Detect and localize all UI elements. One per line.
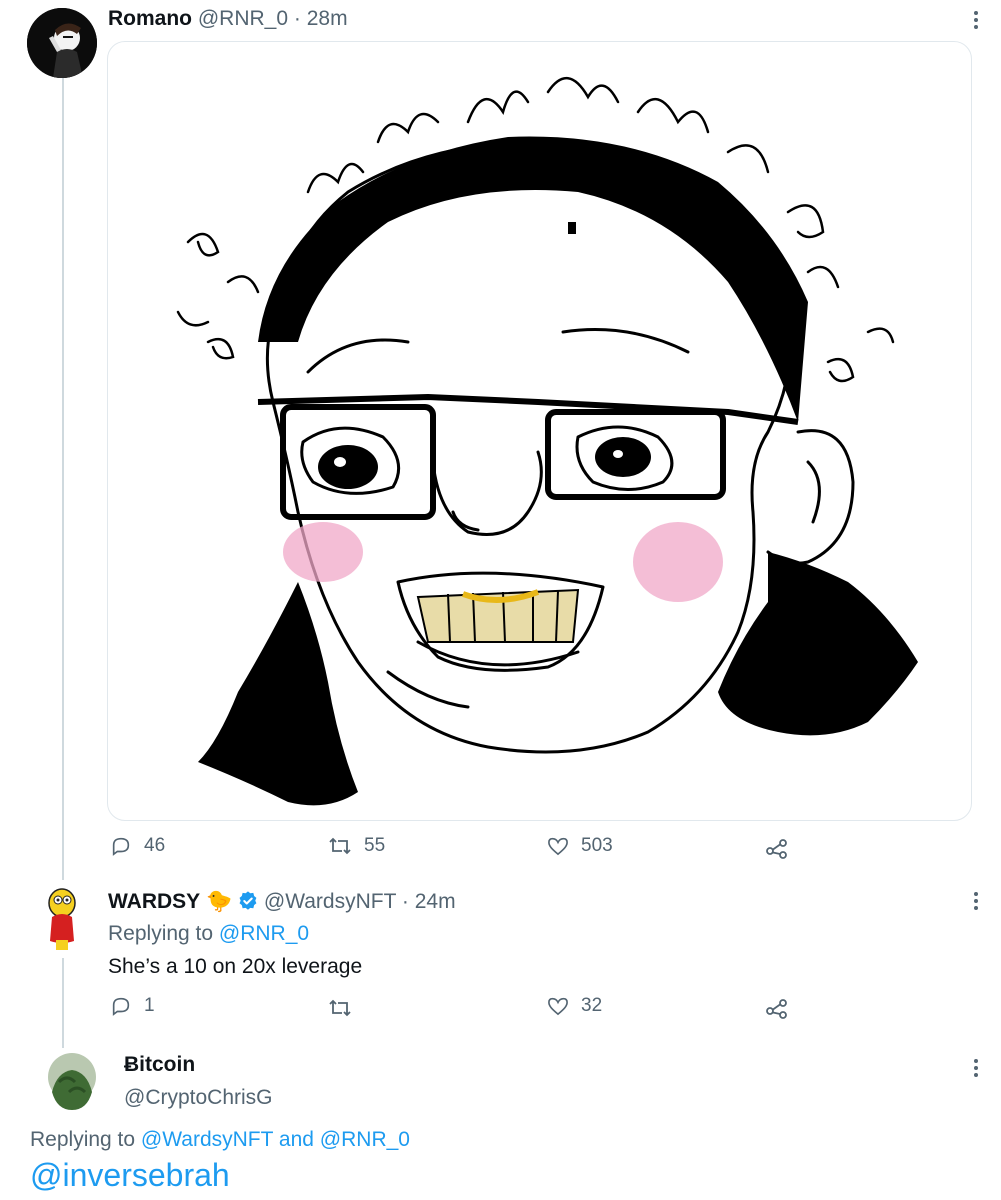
retweet-button[interactable]: 55 [328,833,385,859]
separator: · [401,890,409,913]
display-name[interactable]: Ƀitcoin [124,1053,195,1076]
tweet-media[interactable] [107,41,972,821]
replying-to: Replying to @WardsyNFT and @RNR_0 [30,1128,410,1152]
timestamp[interactable]: 28m [307,7,348,30]
verified-badge-icon [239,891,257,910]
replying-to-handle-2[interactable]: @RNR_0 [320,1128,410,1151]
thread-line-2 [62,958,64,1048]
retweet-button[interactable] [328,995,364,1021]
separator: · [293,7,301,30]
reply-count: 46 [144,835,166,856]
replying-to: Replying to @RNR_0 [108,922,309,946]
tweet2-header: WARDSY 🐤 @WardsyNFT · 24m [108,890,456,914]
thread-line-1 [62,78,64,880]
avatar-romano[interactable] [27,8,97,78]
handle[interactable]: @WardsyNFT [264,890,396,913]
retweet-icon [329,837,351,855]
like-count: 32 [581,995,603,1016]
more-options-icon[interactable] [966,8,986,32]
handle[interactable]: @RNR_0 [198,7,288,30]
avatar-bitcoin[interactable] [47,1052,97,1112]
avatar-romano-image [27,8,97,78]
replying-to-and: and [278,1128,314,1151]
heart-icon [548,997,568,1016]
avatar-wardsy[interactable] [30,885,92,955]
display-name[interactable]: WARDSY [108,890,200,913]
more-options-icon[interactable] [966,889,986,913]
like-button[interactable]: 503 [547,833,613,859]
tweet3-handle[interactable]: @CryptoChrisG [124,1086,273,1110]
handle[interactable]: @CryptoChrisG [124,1086,273,1109]
reply-icon [112,997,130,1016]
share-icon [766,839,787,859]
share-button[interactable] [765,835,789,861]
share-icon [766,999,787,1019]
like-button[interactable]: 32 [547,993,602,1019]
reply-button[interactable]: 1 [110,993,155,1019]
mention-link[interactable]: @inversebrah [30,1157,230,1194]
hand-drawn-face-image [176,76,918,806]
retweet-icon [329,999,351,1017]
reply-icon [112,837,130,856]
tweet-text: She’s a 10 on 20x leverage [108,955,363,978]
retweet-count: 55 [364,835,386,856]
tweet1-header: Romano @RNR_0 · 28m [108,7,348,31]
more-options-icon[interactable] [966,1056,986,1080]
like-count: 503 [581,835,613,856]
replying-to-label: Replying to [30,1128,136,1151]
chick-emoji: 🐤 [206,890,233,913]
display-name[interactable]: Romano [108,7,192,30]
replying-to-handle[interactable]: @RNR_0 [219,922,309,945]
reply-count: 1 [144,995,155,1016]
share-button[interactable] [765,995,789,1021]
heart-icon [548,837,568,856]
replying-to-label: Replying to [108,922,214,945]
tweet3-name[interactable]: Ƀitcoin [124,1053,195,1077]
reply-button[interactable]: 46 [110,833,165,859]
avatar-wardsy-image [48,888,76,950]
timestamp[interactable]: 24m [415,890,456,913]
avatar-bitcoin-image [48,1053,96,1110]
replying-to-handle-1[interactable]: @WardsyNFT [141,1128,273,1151]
